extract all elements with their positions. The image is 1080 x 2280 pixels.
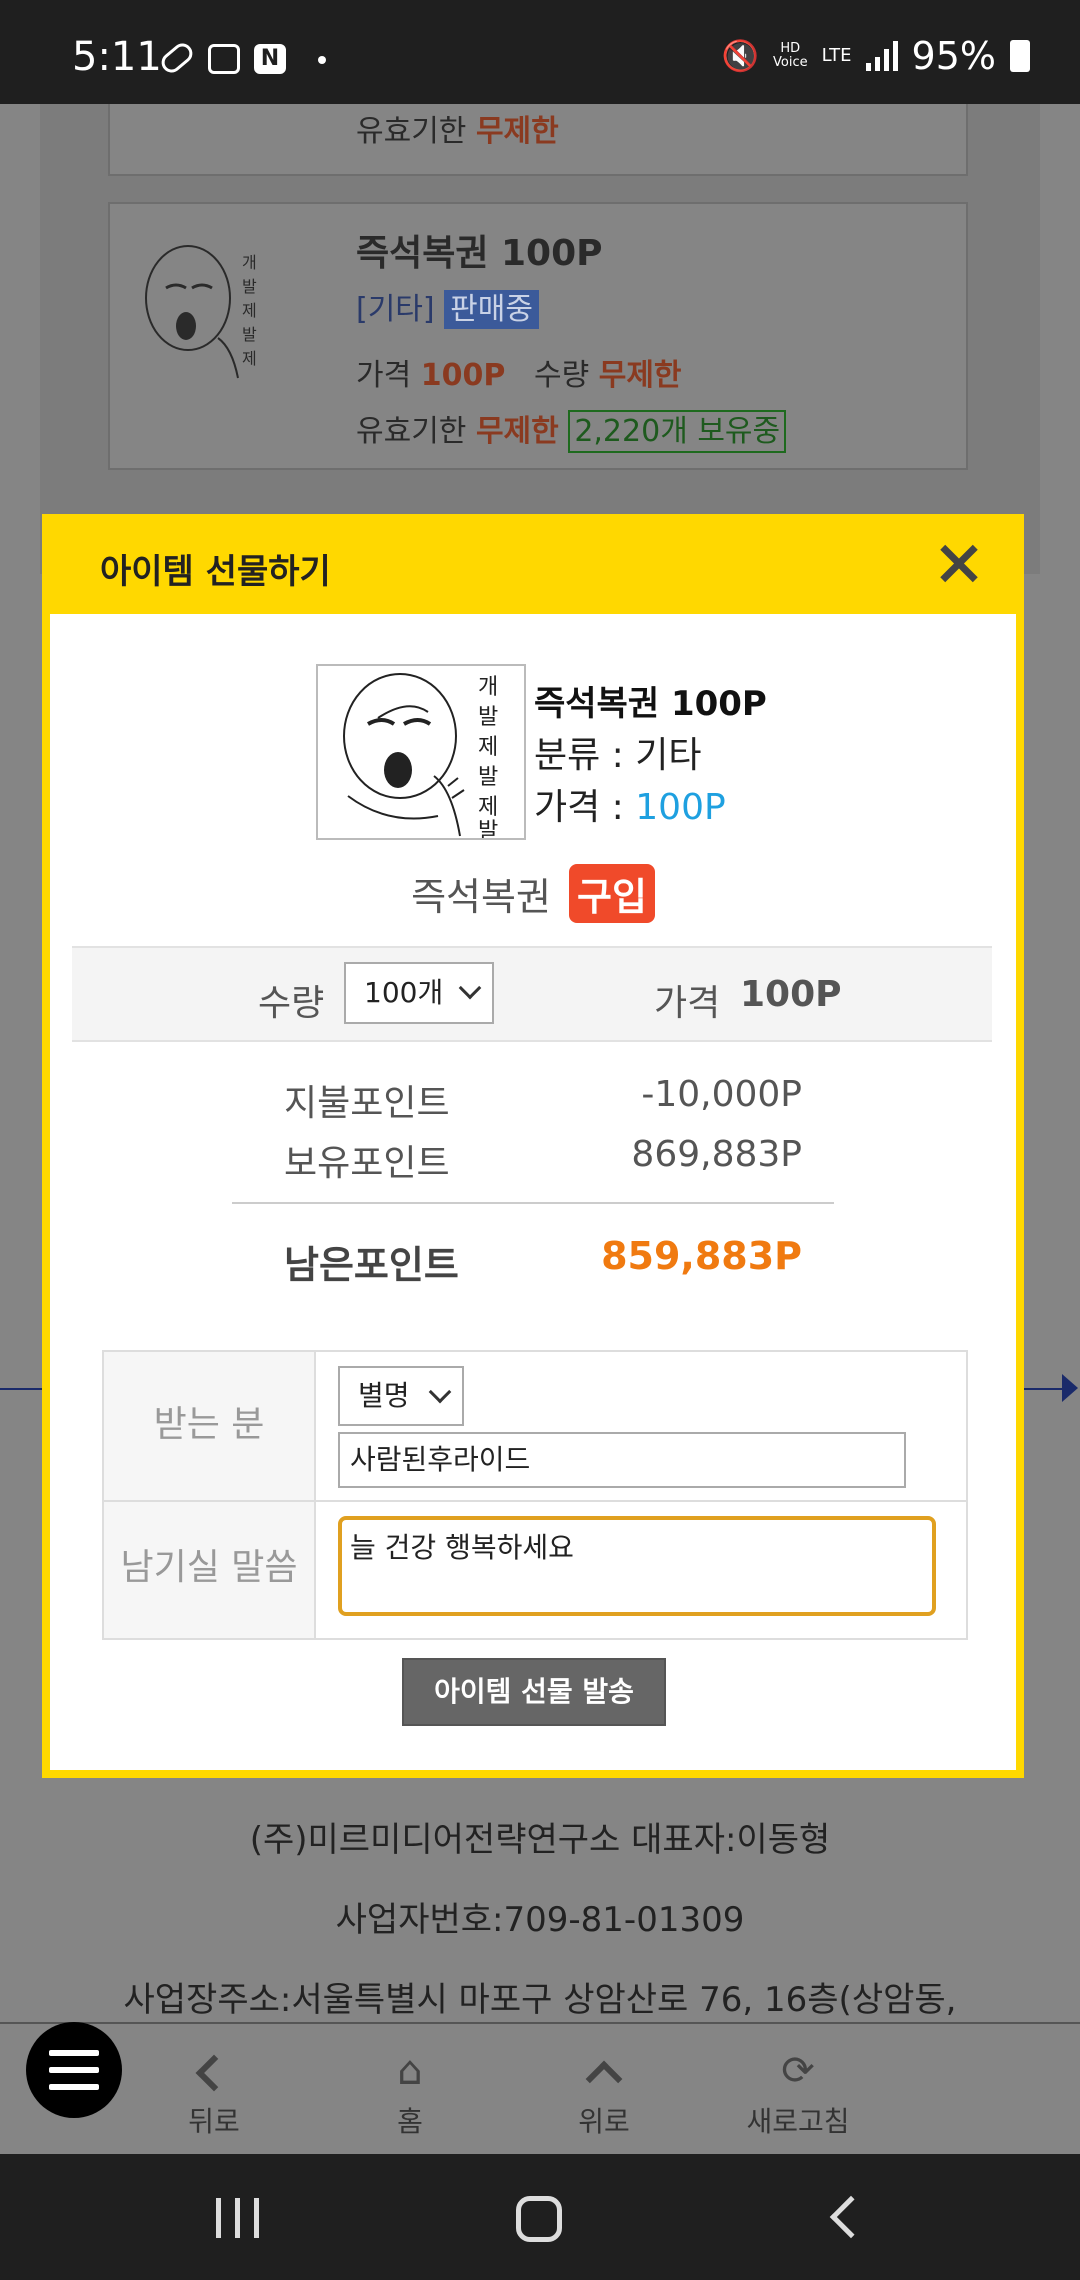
item-thumbnail: 개 발 제 발 제 [145, 245, 257, 379]
status-time: 5:11 [72, 34, 162, 80]
svg-text:제: 제 [242, 301, 257, 320]
message-row: 남기실 말씀 늘 건강 행복하세요 [104, 1502, 966, 1638]
divider-line [1024, 1388, 1064, 1390]
home-icon: ⌂ [397, 2048, 423, 2094]
purchase-badge: 구입 [569, 864, 655, 923]
slider-arrow-icon[interactable] [1062, 1374, 1078, 1402]
recipient-input[interactable]: 사람된후라이드 [338, 1432, 906, 1488]
mute-icon: 🔇 [721, 38, 759, 74]
item-price: 가격 : 100P [534, 787, 726, 828]
recipient-label: 받는 분 [104, 1352, 316, 1500]
unit-price-value: 100P [740, 974, 842, 1015]
svg-text:제: 제 [478, 735, 498, 760]
naver-icon: N [254, 44, 286, 74]
svg-text:발: 발 [478, 705, 498, 730]
chevron-down-icon [428, 1380, 452, 1404]
chevron-left-icon [195, 2054, 233, 2092]
hd-voice-icon: HD Voice [773, 41, 808, 70]
gift-item-modal: 아이템 선물하기 개 발 제 발 제 발 즉석복권 100P 분류: 기타 가… [42, 514, 1024, 1778]
hamburger-menu-button[interactable] [26, 2022, 122, 2118]
home-button-icon[interactable] [516, 2196, 562, 2242]
gallery-icon [208, 44, 240, 74]
recipient-row: 받는 분 별명 사람된후라이드 [104, 1352, 966, 1502]
quantity-row: 수량 100개 가격 100P [72, 946, 992, 1042]
svg-text:개: 개 [242, 253, 257, 272]
item-name: 즉석복권 100P [534, 684, 767, 724]
more-notifications-dot [318, 56, 326, 64]
modal-title: 아이템 선물하기 [100, 552, 331, 592]
recent-apps-icon[interactable] [216, 2198, 259, 2238]
footer-company: (주)미르미디어전략연구소 대표자:이동형 [249, 1820, 831, 1860]
svg-text:발: 발 [478, 819, 498, 838]
quantity-label: 수량 [258, 983, 325, 1024]
svg-text:발: 발 [242, 277, 257, 296]
owned-points-value: 869,883P [631, 1134, 802, 1175]
pay-points-label: 지불포인트 [284, 1083, 450, 1124]
chevron-up-icon [585, 2060, 623, 2098]
quantity-select[interactable]: 100개 [344, 962, 494, 1024]
close-icon[interactable] [932, 536, 988, 592]
signal-icon [865, 41, 898, 71]
item-category: 분류 : 기타 [534, 735, 702, 776]
message-label: 남기실 말씀 [104, 1502, 316, 1638]
nav-back-button[interactable]: 뒤로 [144, 2046, 284, 2140]
nav-top-button[interactable]: 위로 [534, 2046, 674, 2140]
pay-points-value: -10,000P [641, 1074, 802, 1115]
nav-home-button[interactable]: ⌂ 홈 [340, 2046, 480, 2140]
footer-business-number: 사업자번호:709-81-01309 [335, 1900, 745, 1940]
modal-body: 개 발 제 발 제 발 즉석복권 100P 분류 : 기타 가격 : 100P … [50, 614, 1016, 1770]
recipient-type-select[interactable]: 별명 [338, 1366, 464, 1426]
status-bar: 5:11 N 🔇 HD Voice LTE 95% [0, 0, 1080, 104]
svg-text:발: 발 [242, 325, 257, 344]
item-card-category: [기타] [356, 292, 435, 327]
remaining-points-value: 859,883P [601, 1234, 802, 1278]
gift-form: 받는 분 별명 사람된후라이드 남기실 말씀 늘 건강 행복하세요 [102, 1350, 968, 1640]
system-nav-bar [0, 2154, 1080, 2280]
battery-icon [1010, 40, 1030, 72]
remaining-points-label: 남은포인트 [284, 1243, 459, 1287]
nav-refresh-button[interactable]: ⟳ 새로고침 [728, 2046, 868, 2140]
pill-icon [157, 39, 197, 77]
divider-line [0, 1388, 44, 1390]
purchase-line: 즉석복권 구입 [50, 864, 1016, 923]
refresh-icon: ⟳ [781, 2048, 815, 2094]
footer-address: 사업장주소:서울특별시 마포구 상암산로 76, 16층(상암동, [123, 1980, 957, 2020]
modal-header: 아이템 선물하기 [42, 514, 1024, 614]
svg-text:제: 제 [242, 349, 257, 368]
unit-price-label: 가격 [654, 983, 721, 1024]
send-gift-button[interactable]: 아이템 선물 발송 [402, 1658, 666, 1726]
chevron-down-icon [458, 976, 482, 1000]
owned-count-badge: 2,220개 보유중 [568, 410, 787, 453]
svg-text:제: 제 [478, 795, 498, 820]
back-button-icon[interactable] [829, 2195, 873, 2239]
points-divider [232, 1202, 834, 1204]
item-image-caption: 개 발 제 발 제 발 [478, 675, 498, 838]
owned-points-label: 보유포인트 [284, 1143, 450, 1184]
lte-icon: LTE [821, 45, 852, 66]
svg-text:개: 개 [478, 675, 498, 700]
item-image: 개 발 제 발 제 발 [316, 664, 526, 840]
item-card-status: 판매중 [444, 290, 539, 329]
svg-text:발: 발 [478, 765, 498, 790]
battery-percent: 95% [911, 34, 996, 78]
item-card-title: 즉석복권 100P [356, 233, 603, 274]
message-textarea[interactable]: 늘 건강 행복하세요 [338, 1516, 936, 1616]
